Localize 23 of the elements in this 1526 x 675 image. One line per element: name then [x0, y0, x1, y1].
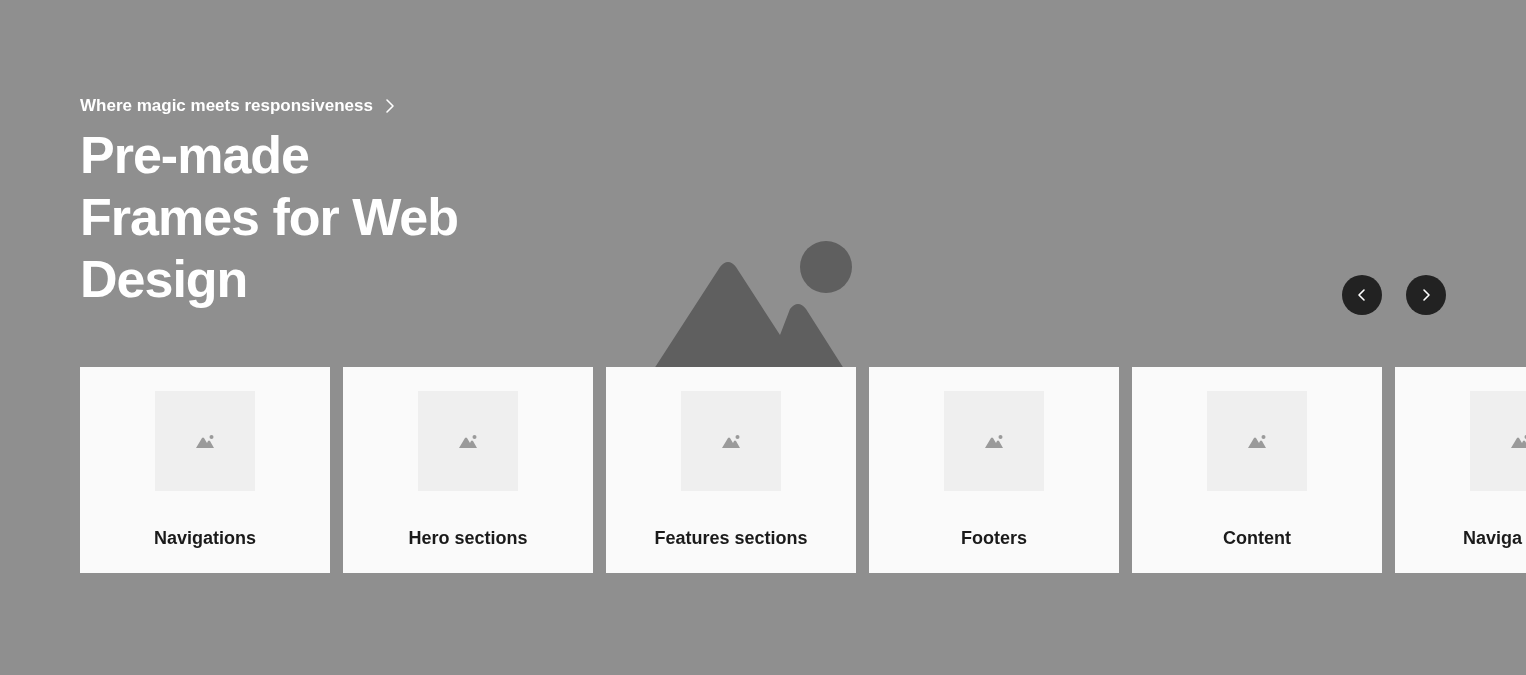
card-label: Features sections	[654, 527, 808, 550]
category-card[interactable]: Footers	[869, 367, 1119, 573]
image-placeholder-icon	[459, 434, 477, 448]
image-placeholder-icon	[196, 434, 214, 448]
image-placeholder-icon	[985, 434, 1003, 448]
category-card[interactable]: Features sections	[606, 367, 856, 573]
card-label: Naviga	[1463, 527, 1523, 550]
category-card[interactable]: Hero sections	[343, 367, 593, 573]
card-label: Navigations	[154, 527, 256, 550]
image-placeholder-icon	[1248, 434, 1266, 448]
image-placeholder-icon	[1511, 434, 1526, 448]
next-button[interactable]	[1406, 275, 1446, 315]
card-label: Hero sections	[408, 527, 528, 550]
card-label: Content	[1223, 527, 1291, 550]
previous-button[interactable]	[1342, 275, 1382, 315]
tagline: Where magic meets responsiveness	[80, 95, 373, 117]
hero-title: Pre-made Frames for Web Design	[80, 125, 459, 310]
image-placeholder-icon	[722, 434, 740, 448]
category-card[interactable]: Naviga	[1395, 367, 1526, 573]
category-card[interactable]: Navigations	[80, 367, 330, 573]
chevron-right-icon	[384, 98, 395, 114]
category-card[interactable]: Content	[1132, 367, 1382, 573]
card-label: Footers	[961, 527, 1027, 550]
